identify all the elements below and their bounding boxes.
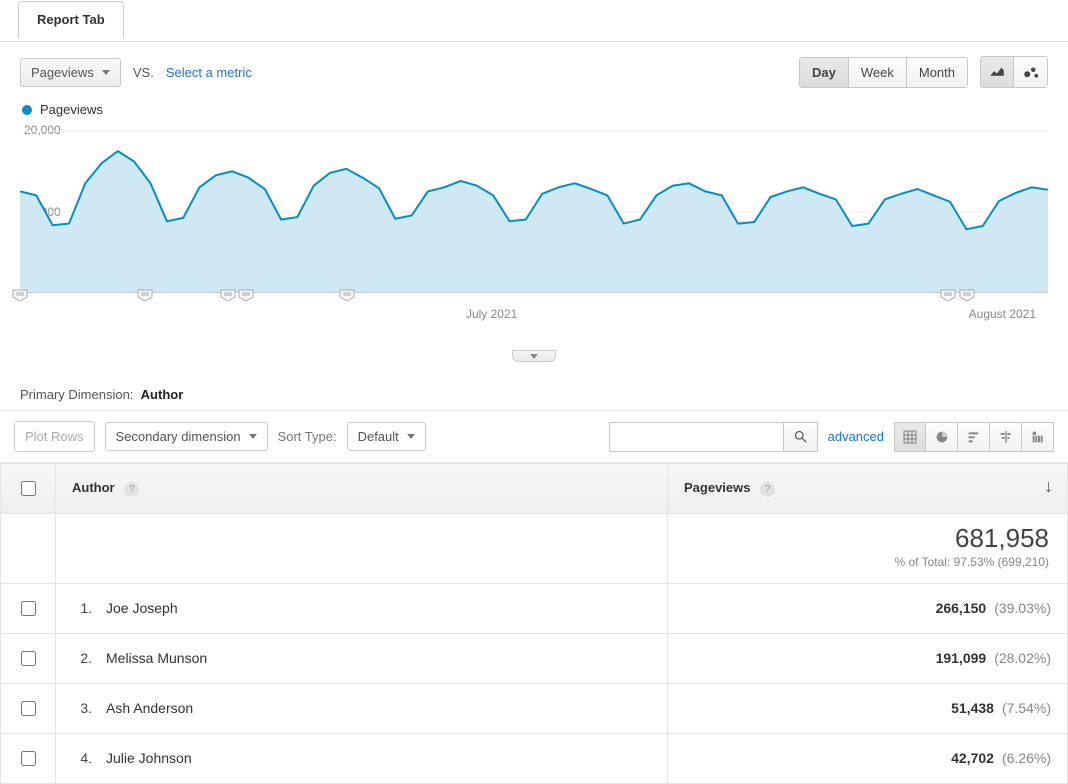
sort-type-dropdown[interactable]: Default <box>347 422 426 451</box>
legend-dot-icon <box>22 105 32 115</box>
row-checkbox[interactable] <box>21 601 36 616</box>
table-row[interactable]: 4. Julie Johnson 42,702 (6.26%) <box>1 733 1068 783</box>
plot-rows-button[interactable]: Plot Rows <box>14 421 95 452</box>
caret-down-icon <box>407 434 415 439</box>
table-view-icon[interactable] <box>894 422 926 452</box>
primary-dimension-prefix: Primary Dimension: <box>20 387 133 402</box>
x-tick: July 2021 <box>466 307 517 321</box>
header-dimension-label: Author <box>72 480 115 495</box>
row-value: 266,150 <box>936 600 987 616</box>
row-checkbox[interactable] <box>21 701 36 716</box>
table-search <box>609 422 818 452</box>
caret-down-icon <box>530 354 538 359</box>
secondary-dimension-label: Secondary dimension <box>116 429 241 444</box>
granularity-day[interactable]: Day <box>799 57 849 88</box>
metric-selector-label: Pageviews <box>31 65 94 80</box>
totals-row: 681,958 % of Total: 97.53% (699,210) <box>1 514 1068 584</box>
annotation-marker-icon[interactable] <box>12 289 28 301</box>
chart-type-toggle <box>980 56 1048 88</box>
table-row[interactable]: 3. Ash Anderson 51,438 (7.54%) <box>1 683 1068 733</box>
annotation-marker-icon[interactable] <box>220 289 236 301</box>
view-mode-toggle <box>894 422 1054 452</box>
primary-dimension: Primary Dimension: Author <box>0 337 1068 410</box>
annotation-marker-icon[interactable] <box>940 289 956 301</box>
row-checkbox[interactable] <box>21 751 36 766</box>
compare-metric-link[interactable]: Select a metric <box>166 65 252 80</box>
row-number: 4. <box>72 750 92 766</box>
help-icon[interactable]: ? <box>760 482 775 497</box>
header-metric[interactable]: Pageviews ? ↓ <box>668 464 1068 514</box>
sort-descending-icon: ↓ <box>1044 476 1053 497</box>
row-author: Joe Joseph <box>106 600 178 616</box>
header-dimension[interactable]: Author ? <box>56 464 668 514</box>
table-toolbar: Plot Rows Secondary dimension Sort Type:… <box>0 410 1068 463</box>
total-subtext: % of Total: 97.53% (699,210) <box>894 555 1049 569</box>
table-row[interactable]: 1. Joe Joseph 266,150 (39.03%) <box>1 583 1068 633</box>
expand-handle[interactable] <box>512 350 556 362</box>
row-pct: (7.54%) <box>1002 700 1051 716</box>
metric-selector[interactable]: Pageviews <box>20 58 121 87</box>
row-pct: (39.03%) <box>994 600 1051 616</box>
granularity-week[interactable]: Week <box>849 57 907 88</box>
line-chart-icon[interactable] <box>980 56 1014 88</box>
row-author: Julie Johnson <box>106 750 192 766</box>
pivot-view-icon[interactable] <box>1022 422 1054 452</box>
motion-chart-icon[interactable] <box>1014 56 1048 88</box>
data-table: Author ? Pageviews ? ↓ 681,958 % of Tota… <box>0 463 1068 784</box>
chart: 20,000 10,000 July 2021August 2021 <box>0 117 1068 337</box>
tab-report[interactable]: Report Tab <box>18 1 124 38</box>
row-author: Melissa Munson <box>106 650 207 666</box>
select-all-checkbox[interactable] <box>21 481 36 496</box>
pie-view-icon[interactable] <box>926 422 958 452</box>
sort-type-value: Default <box>358 429 399 444</box>
row-value: 42,702 <box>951 750 994 766</box>
row-number: 1. <box>72 600 92 616</box>
help-icon[interactable]: ? <box>124 482 139 497</box>
controls-row: Pageviews VS. Select a metric Day Week M… <box>0 42 1068 94</box>
search-button[interactable] <box>784 422 818 452</box>
bar-view-icon[interactable] <box>958 422 990 452</box>
primary-dimension-value: Author <box>141 387 184 402</box>
caret-down-icon <box>249 434 257 439</box>
sort-type-label: Sort Type: <box>278 429 337 444</box>
advanced-link[interactable]: advanced <box>828 429 884 444</box>
caret-down-icon <box>102 70 110 75</box>
total-value: 681,958 <box>686 524 1049 553</box>
x-tick: August 2021 <box>969 307 1036 321</box>
secondary-dimension-dropdown[interactable]: Secondary dimension <box>105 422 268 451</box>
annotation-marker-icon[interactable] <box>339 289 355 301</box>
chart-svg <box>20 117 1048 302</box>
row-pct: (28.02%) <box>994 650 1051 666</box>
tab-row: Report Tab <box>0 0 1068 42</box>
granularity-month[interactable]: Month <box>907 57 968 88</box>
annotation-marker-icon[interactable] <box>959 289 975 301</box>
row-author: Ash Anderson <box>106 700 193 716</box>
granularity-segmented: Day Week Month <box>799 57 968 88</box>
annotation-marker-icon[interactable] <box>238 289 254 301</box>
row-number: 3. <box>72 700 92 716</box>
row-number: 2. <box>72 650 92 666</box>
search-input[interactable] <box>609 422 784 452</box>
vs-label: VS. <box>133 65 154 80</box>
header-checkbox-col <box>1 464 56 514</box>
header-metric-label: Pageviews <box>684 480 751 495</box>
table-row[interactable]: 2. Melissa Munson 191,099 (28.02%) <box>1 633 1068 683</box>
search-icon <box>793 429 808 444</box>
chart-legend: Pageviews <box>0 94 1068 117</box>
row-pct: (6.26%) <box>1002 750 1051 766</box>
annotation-marker-icon[interactable] <box>137 289 153 301</box>
comparison-view-icon[interactable] <box>990 422 1022 452</box>
row-value: 191,099 <box>936 650 987 666</box>
legend-label: Pageviews <box>40 102 103 117</box>
row-value: 51,438 <box>951 700 994 716</box>
row-checkbox[interactable] <box>21 651 36 666</box>
